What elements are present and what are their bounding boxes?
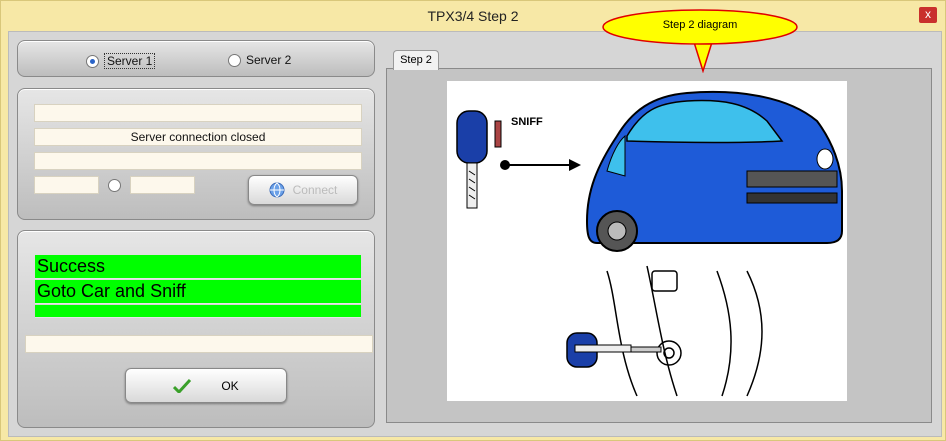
connection-field-1 xyxy=(34,104,362,122)
connection-field-3 xyxy=(34,152,362,170)
ok-button[interactable]: OK xyxy=(125,368,287,403)
connect-label: Connect xyxy=(292,183,338,197)
step-2-diagram: SNIFF xyxy=(447,81,847,401)
messages-panel: Success Goto Car and Sniff OK xyxy=(17,230,375,428)
host-port-radio[interactable] xyxy=(108,179,121,192)
diagram-image: SNIFF xyxy=(456,90,843,397)
message-line-3 xyxy=(35,305,361,318)
message-line-2: Goto Car and Sniff xyxy=(35,280,361,304)
ignition-icon xyxy=(606,265,763,397)
server-panel: Server 1 Server 2 xyxy=(17,40,375,77)
app-window: TPX3/4 Step 2 x Server 1 Server 2 Server… xyxy=(0,0,946,441)
ok-label: OK xyxy=(221,378,239,393)
tab-step-2[interactable]: Step 2 xyxy=(393,50,439,70)
car-icon xyxy=(585,90,843,252)
server1-option[interactable]: Server 1 xyxy=(86,53,156,69)
client-area: Server 1 Server 2 Server connection clos… xyxy=(8,31,942,437)
server2-option[interactable]: Server 2 xyxy=(228,53,291,67)
server1-radio[interactable] xyxy=(86,54,99,68)
step-2-callout: Step 2 diagram xyxy=(601,7,799,74)
window-title: TPX3/4 Step 2 xyxy=(427,8,519,24)
checkmark-icon xyxy=(173,378,192,393)
server2-label: Server 2 xyxy=(246,53,292,67)
connection-status: Server connection closed xyxy=(34,128,362,146)
host-input[interactable] xyxy=(34,176,99,194)
globe-icon xyxy=(269,182,285,198)
key-fob-icon xyxy=(456,110,502,209)
progress-field xyxy=(25,335,373,353)
connection-panel: Server connection closed Connect xyxy=(17,88,375,220)
port-input[interactable] xyxy=(130,176,195,194)
callout-text: Step 2 diagram xyxy=(662,19,738,31)
arrow-icon xyxy=(500,159,581,171)
callout-balloon-icon xyxy=(602,9,798,74)
close-button[interactable]: x xyxy=(919,7,937,23)
server2-radio[interactable] xyxy=(228,53,241,67)
step-tab-panel: Step 2 SNIFF xyxy=(386,50,932,423)
sniff-label: SNIFF xyxy=(511,116,543,128)
server1-label: Server 1 xyxy=(104,53,156,69)
connect-button[interactable]: Connect xyxy=(248,175,358,205)
title-bar[interactable]: TPX3/4 Step 2 x xyxy=(1,1,945,31)
key-in-ignition-icon xyxy=(566,332,662,368)
message-line-1: Success xyxy=(35,255,361,279)
